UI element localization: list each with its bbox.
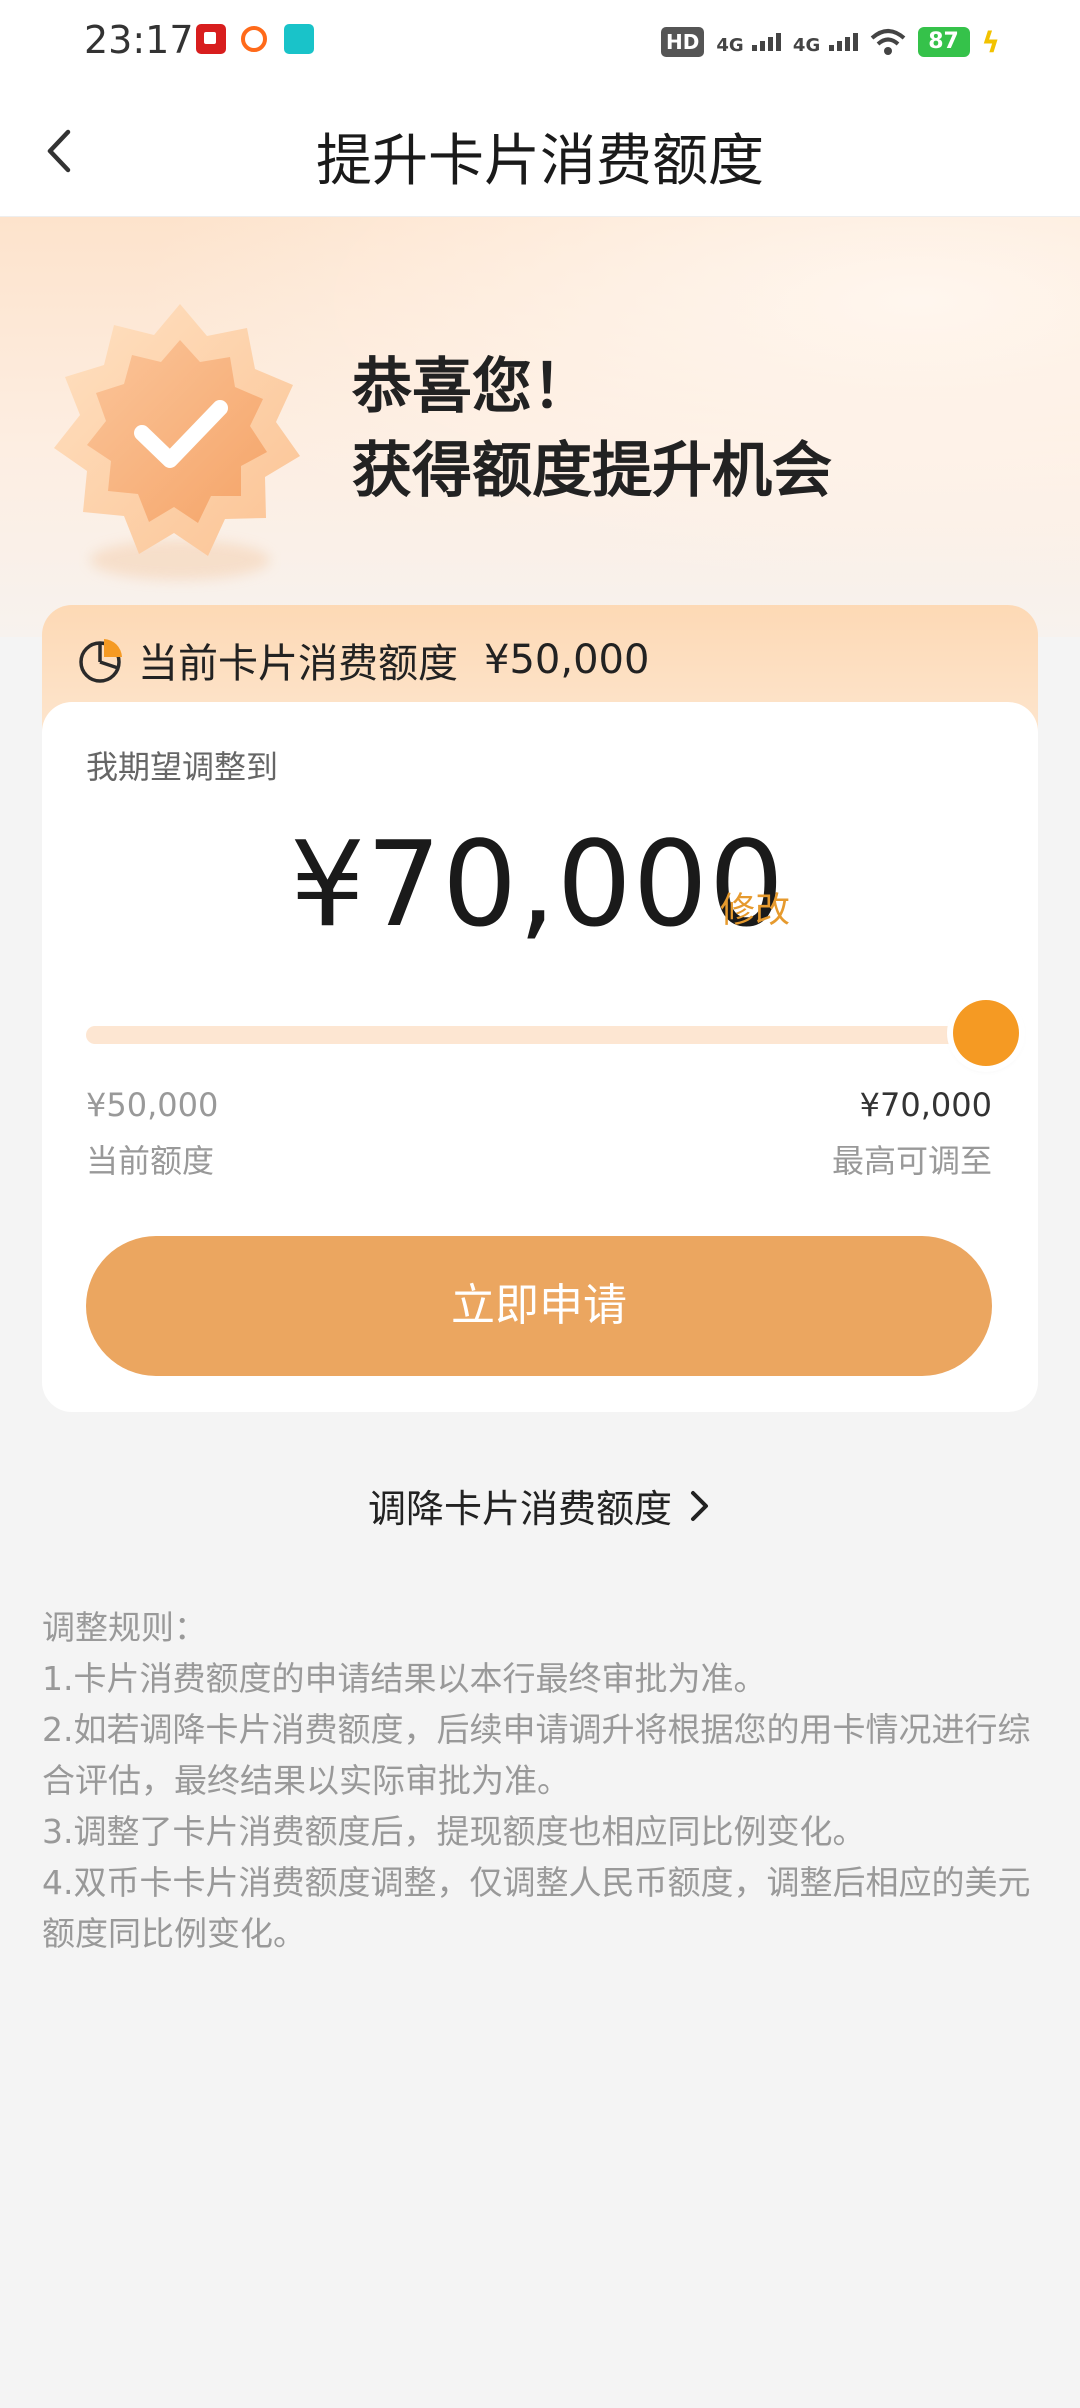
- slider-min-value: ¥50,000: [86, 1086, 219, 1124]
- current-limit-row: 当前卡片消费额度 ¥50,000: [76, 630, 649, 690]
- rules-section: 调整规则： 1.卡片消费额度的申请结果以本行最终审批为准。 2.如若调降卡片消费…: [42, 1602, 1042, 1959]
- slider-max-label: 最高可调至: [831, 1142, 992, 1180]
- status-bar: 23:17 HD 4G 4G 87 ϟ: [0, 0, 1080, 86]
- status-icons: HD 4G 4G 87 ϟ: [660, 22, 1000, 62]
- slider-max-value: ¥70,000: [859, 1086, 992, 1124]
- target-amount: ¥70,000: [290, 815, 785, 953]
- hd-icon: HD: [660, 27, 705, 57]
- rules-item: 2.如若调降卡片消费额度，后续申请调升将根据您的用卡情况进行综合评估，最终结果以…: [42, 1710, 1031, 1800]
- modify-link[interactable]: 修改: [720, 882, 790, 933]
- apply-button[interactable]: 立即申请: [86, 1236, 992, 1376]
- rules-title: 调整规则：: [42, 1608, 207, 1647]
- charging-icon: ϟ: [981, 25, 1000, 59]
- notification-app-icon: [241, 26, 267, 52]
- slider-thumb[interactable]: [953, 1000, 1019, 1066]
- rules-item: 3.调整了卡片消费额度后，提现额度也相应同比例变化。: [42, 1812, 866, 1851]
- rules-item: 4.双币卡卡片消费额度调整，仅调整人民币额度，调整后相应的美元额度同比例变化。: [42, 1863, 1031, 1953]
- status-time: 23:17: [84, 18, 194, 62]
- slider-track[interactable]: [86, 1026, 986, 1044]
- wifi-icon: [870, 29, 905, 55]
- chevron-right-icon: [691, 1490, 708, 1521]
- notification-app-icon: [196, 24, 226, 54]
- current-limit-label: 当前卡片消费额度: [138, 641, 458, 687]
- lower-limit-link[interactable]: 调降卡片消费额度: [0, 1478, 1080, 1533]
- check-badge-icon: [54, 304, 300, 556]
- slider-min-label: 当前额度: [86, 1142, 215, 1180]
- page-title: 提升卡片消费额度: [316, 129, 764, 194]
- nav-bar: 提升卡片消费额度: [0, 86, 1080, 217]
- pie-chart-icon: [79, 639, 122, 683]
- congrats-line2: 获得额度提升机会: [352, 436, 832, 506]
- lower-limit-label: 调降卡片消费额度: [367, 1487, 672, 1531]
- signal-icon: 4G: [716, 29, 781, 56]
- congrats-text: 恭喜您！ 获得额度提升机会: [352, 345, 832, 513]
- congrats-line1: 恭喜您！: [352, 352, 592, 422]
- rules-item: 1.卡片消费额度的申请结果以本行最终审批为准。: [42, 1659, 767, 1698]
- notification-app-icon: [284, 24, 314, 54]
- expect-label: 我期望调整到: [86, 748, 279, 786]
- current-limit-amount: ¥50,000: [484, 637, 650, 683]
- battery-icon: 87: [917, 27, 970, 57]
- signal-icon: 4G: [793, 29, 858, 56]
